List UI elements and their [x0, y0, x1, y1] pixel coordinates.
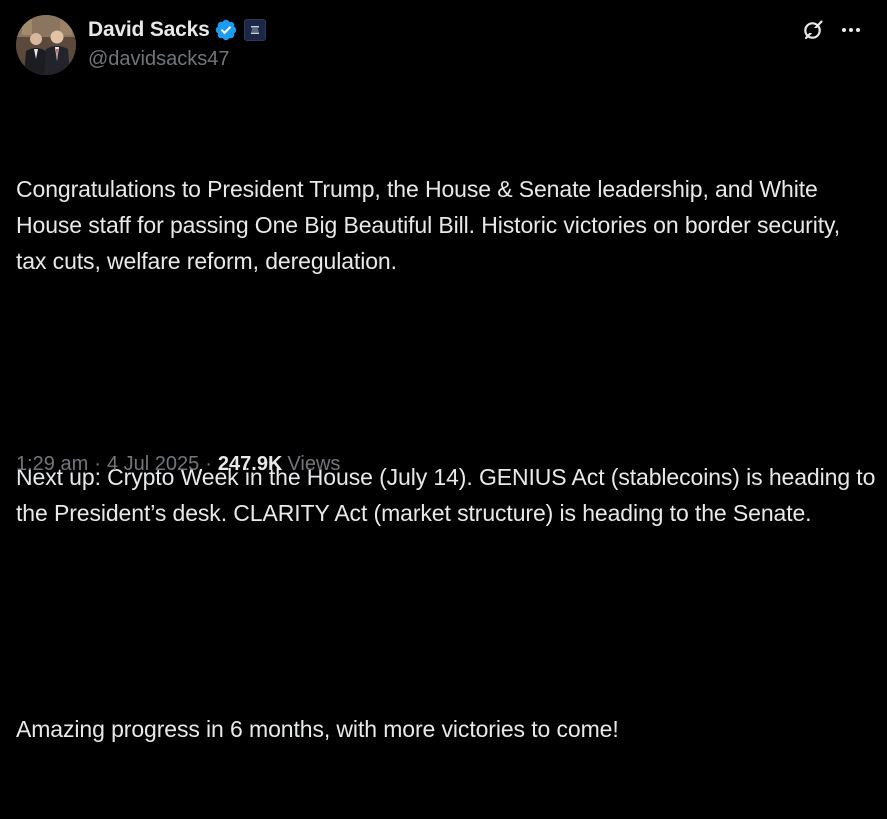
- affiliate-badge-icon[interactable]: [243, 19, 266, 41]
- tweet-paragraph-1: Congratulations to President Trump, the …: [16, 176, 847, 274]
- avatar[interactable]: [16, 15, 76, 75]
- author-handle[interactable]: @davidsacks47: [88, 48, 229, 71]
- author-display-name[interactable]: David Sacks: [88, 18, 210, 42]
- grok-button[interactable]: [798, 17, 828, 47]
- tweet-paragraph-3: Amazing progress in 6 months, with more …: [16, 716, 619, 742]
- views-label[interactable]: Views: [287, 453, 340, 476]
- tweet-date[interactable]: 4 Jul 2025: [107, 453, 199, 476]
- author-name-row[interactable]: David Sacks: [88, 16, 266, 44]
- tweet-time[interactable]: 1:29 am: [16, 453, 88, 476]
- meta-separator: ·: [94, 452, 101, 475]
- grok-icon: [801, 18, 825, 47]
- more-icon: [840, 19, 862, 46]
- meta-separator: ·: [205, 452, 212, 475]
- tweet-card: David Sacks @davidsacks47 Congratulation…: [0, 0, 887, 742]
- views-count[interactable]: 247.9K: [218, 453, 283, 476]
- verified-badge-icon[interactable]: [214, 18, 238, 42]
- more-options-button[interactable]: [836, 17, 866, 47]
- tweet-meta: 1:29 am · 4 Jul 2025 · 247.9K Views: [16, 450, 340, 478]
